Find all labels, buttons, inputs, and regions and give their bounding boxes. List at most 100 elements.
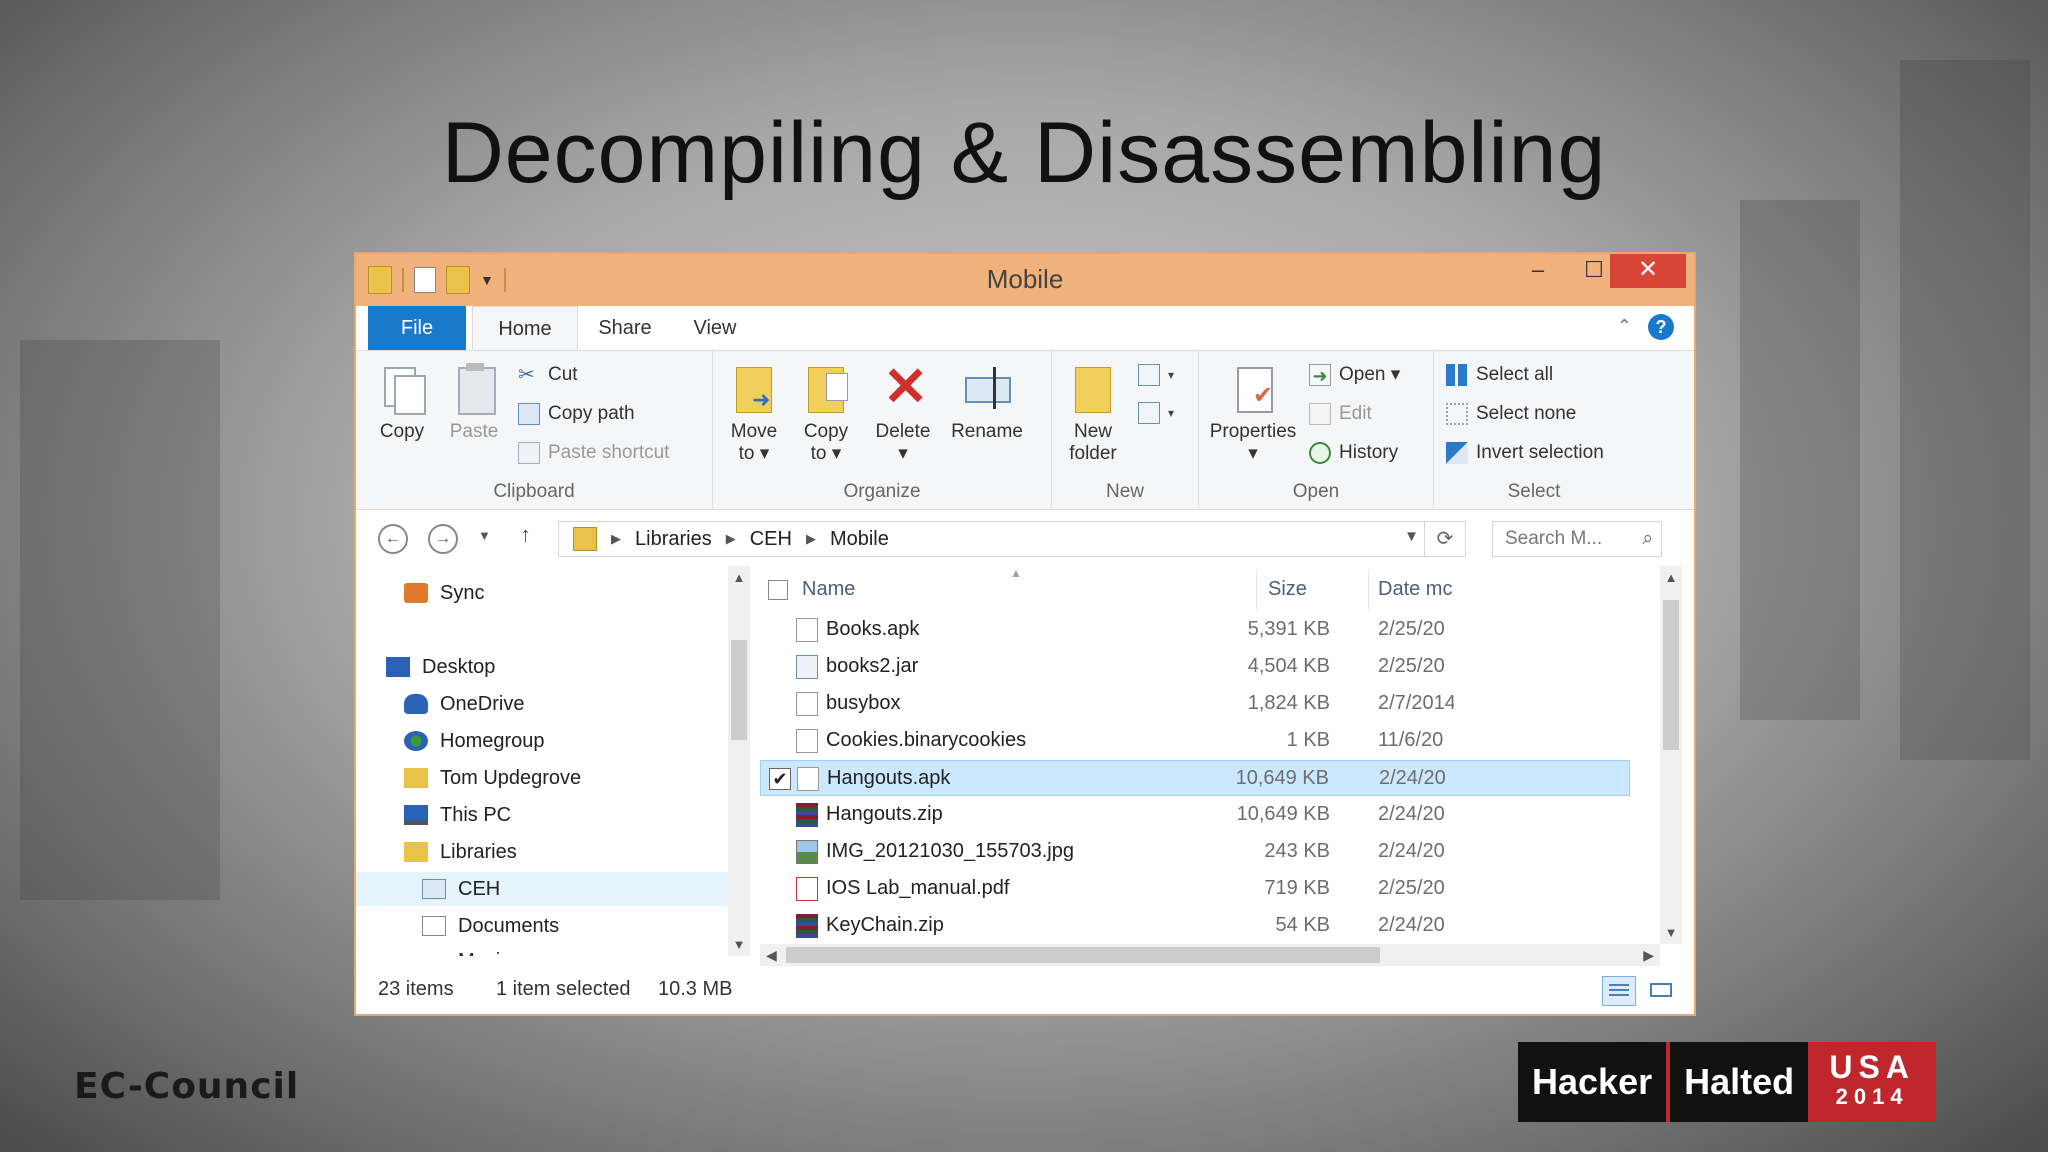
column-divider[interactable] xyxy=(1368,570,1369,610)
folder-icon xyxy=(573,527,597,551)
scroll-left-icon[interactable]: ◀ xyxy=(766,944,777,966)
copy-path-button[interactable]: Copy path xyxy=(518,398,635,430)
tab-home[interactable]: Home xyxy=(472,306,578,350)
copy-to-button[interactable]: Copy to ▾ xyxy=(795,363,857,465)
scrollbar-thumb[interactable] xyxy=(1663,600,1679,750)
close-button[interactable]: ✕ xyxy=(1610,254,1686,288)
select-none-button[interactable]: Select none xyxy=(1446,398,1576,430)
collapse-ribbon-icon[interactable]: ⌃ xyxy=(1617,316,1632,337)
breadcrumb-libraries[interactable]: Libraries xyxy=(635,528,712,551)
column-header-size[interactable]: Size xyxy=(1268,578,1307,601)
nav-item-homegroup[interactable]: Homegroup xyxy=(404,724,545,758)
select-all-checkbox[interactable] xyxy=(768,580,788,600)
scroll-down-icon[interactable]: ▼ xyxy=(1660,925,1682,940)
row-checkbox[interactable]: ✔ xyxy=(769,768,791,790)
easy-access-button[interactable]: ▾ xyxy=(1138,397,1174,429)
scrollbar-thumb[interactable] xyxy=(786,947,1380,963)
column-header-name[interactable]: Name xyxy=(802,578,855,601)
paste-button[interactable]: Paste xyxy=(442,363,506,443)
table-row[interactable]: KeyChain.zip 54 KB 2/24/20 xyxy=(760,908,1630,944)
file-list-scrollbar[interactable]: ▲ ▼ xyxy=(1660,566,1682,944)
minimize-button[interactable]: – xyxy=(1510,254,1566,288)
nav-item-music[interactable]: ♪ Music xyxy=(422,944,510,956)
file-date: 2/24/20 xyxy=(1378,803,1445,825)
copy-button[interactable]: Copy xyxy=(368,363,436,443)
file-name: KeyChain.zip xyxy=(826,914,944,936)
group-label-open: Open xyxy=(1292,481,1340,502)
nav-item-ceh[interactable]: CEH xyxy=(356,872,728,906)
large-icons-view-button[interactable] xyxy=(1644,976,1678,1006)
nav-item-onedrive[interactable]: OneDrive xyxy=(404,687,524,721)
scroll-right-icon[interactable]: ▶ xyxy=(1643,944,1654,966)
move-to-button[interactable]: ➜ Move to ▾ xyxy=(723,363,785,465)
tab-view[interactable]: View xyxy=(674,306,756,350)
pdf-icon xyxy=(796,877,818,901)
details-view-button[interactable] xyxy=(1602,976,1636,1006)
refresh-button[interactable]: ⟳ xyxy=(1424,522,1465,556)
table-row[interactable]: ✔ Hangouts.apk 10,649 KB 2/24/20 xyxy=(760,760,1630,796)
address-bar[interactable]: ▶ Libraries ▶ CEH ▶ Mobile ▼ ⟳ xyxy=(558,521,1466,557)
file-name: Hangouts.apk xyxy=(827,767,951,789)
forward-button[interactable]: → xyxy=(428,524,458,554)
file-date: 2/24/20 xyxy=(1378,840,1445,862)
table-row[interactable]: books2.jar 4,504 KB 2/25/20 xyxy=(760,649,1630,685)
new-folder-button[interactable]: New folder xyxy=(1060,363,1126,465)
delete-button[interactable]: ✕ Delete ▾ xyxy=(871,357,935,465)
recent-locations-chevron-icon[interactable]: ▼ xyxy=(478,528,491,543)
file-size: 719 KB xyxy=(1264,877,1330,899)
select-all-icon xyxy=(1446,364,1468,386)
select-all-button[interactable]: Select all xyxy=(1446,359,1553,391)
table-row[interactable]: IOS Lab_manual.pdf 719 KB 2/25/20 xyxy=(760,871,1630,907)
column-divider[interactable] xyxy=(1256,570,1257,610)
search-icon: ⌕ xyxy=(1642,528,1653,549)
history-button[interactable]: History xyxy=(1309,437,1398,469)
cut-button[interactable]: ✂ Cut xyxy=(518,359,578,391)
onedrive-icon xyxy=(404,694,428,714)
chevron-down-icon: ▾ xyxy=(1168,368,1175,382)
sync-icon xyxy=(404,583,428,603)
rename-button[interactable]: Rename xyxy=(947,363,1027,443)
table-row[interactable]: Hangouts.zip 10,649 KB 2/24/20 xyxy=(760,797,1630,833)
nav-item-desktop[interactable]: Desktop xyxy=(386,650,495,684)
nav-item-libraries[interactable]: Libraries xyxy=(404,835,517,869)
tab-file[interactable]: File xyxy=(368,306,466,350)
table-row[interactable]: Cookies.binarycookies 1 KB 11/6/20 xyxy=(760,723,1630,759)
address-history-chevron-icon[interactable]: ▼ xyxy=(1404,528,1419,545)
edit-button[interactable]: Edit xyxy=(1309,398,1372,430)
search-input[interactable]: Search M... ⌕ xyxy=(1492,521,1662,557)
back-button[interactable]: ← xyxy=(378,524,408,554)
nav-item-this-pc[interactable]: This PC xyxy=(404,798,511,832)
open-button[interactable]: ➜ Open ▾ xyxy=(1309,359,1400,391)
scroll-up-icon[interactable]: ▲ xyxy=(728,570,750,585)
libraries-icon xyxy=(404,842,428,862)
scroll-down-icon[interactable]: ▼ xyxy=(728,937,750,952)
table-row[interactable]: IMG_20121030_155703.jpg 243 KB 2/24/20 xyxy=(760,834,1630,870)
new-item-button[interactable]: ▾ xyxy=(1138,359,1174,391)
help-icon[interactable]: ? xyxy=(1648,314,1674,340)
archive-icon xyxy=(796,914,818,938)
nav-item-sync[interactable]: Sync xyxy=(404,576,484,610)
group-select: Select all Select none Invert selection … xyxy=(1434,351,1634,509)
table-row[interactable]: Books.apk 5,391 KB 2/25/20 xyxy=(760,612,1630,648)
paste-shortcut-button[interactable]: Paste shortcut xyxy=(518,437,669,469)
logo-halted: Halted xyxy=(1670,1042,1809,1122)
column-header-date[interactable]: Date mc xyxy=(1378,578,1452,601)
nav-item-user-folder[interactable]: Tom Updegrove xyxy=(404,761,581,795)
nav-pane-scrollbar[interactable]: ▲ ▼ xyxy=(728,566,750,956)
file-list-horizontal-scrollbar[interactable]: ◀ ▶ xyxy=(760,944,1660,966)
invert-selection-button[interactable]: Invert selection xyxy=(1446,437,1604,469)
window-title: Mobile xyxy=(986,264,1064,294)
details-view-icon xyxy=(1609,984,1629,998)
music-icon: ♪ xyxy=(422,951,446,956)
tab-share[interactable]: Share xyxy=(580,306,670,350)
scissors-icon: ✂ xyxy=(518,364,535,386)
nav-item-documents[interactable]: Documents xyxy=(422,909,559,943)
open-icon: ➜ xyxy=(1309,364,1331,386)
scroll-up-icon[interactable]: ▲ xyxy=(1660,570,1682,585)
breadcrumb-mobile[interactable]: Mobile xyxy=(830,528,889,551)
up-button[interactable]: ↑ xyxy=(520,522,531,548)
breadcrumb-ceh[interactable]: CEH xyxy=(750,528,792,551)
properties-button[interactable]: ✔ Properties ▾ xyxy=(1205,363,1301,465)
table-row[interactable]: busybox 1,824 KB 2/7/2014 xyxy=(760,686,1630,722)
scrollbar-thumb[interactable] xyxy=(731,640,747,740)
